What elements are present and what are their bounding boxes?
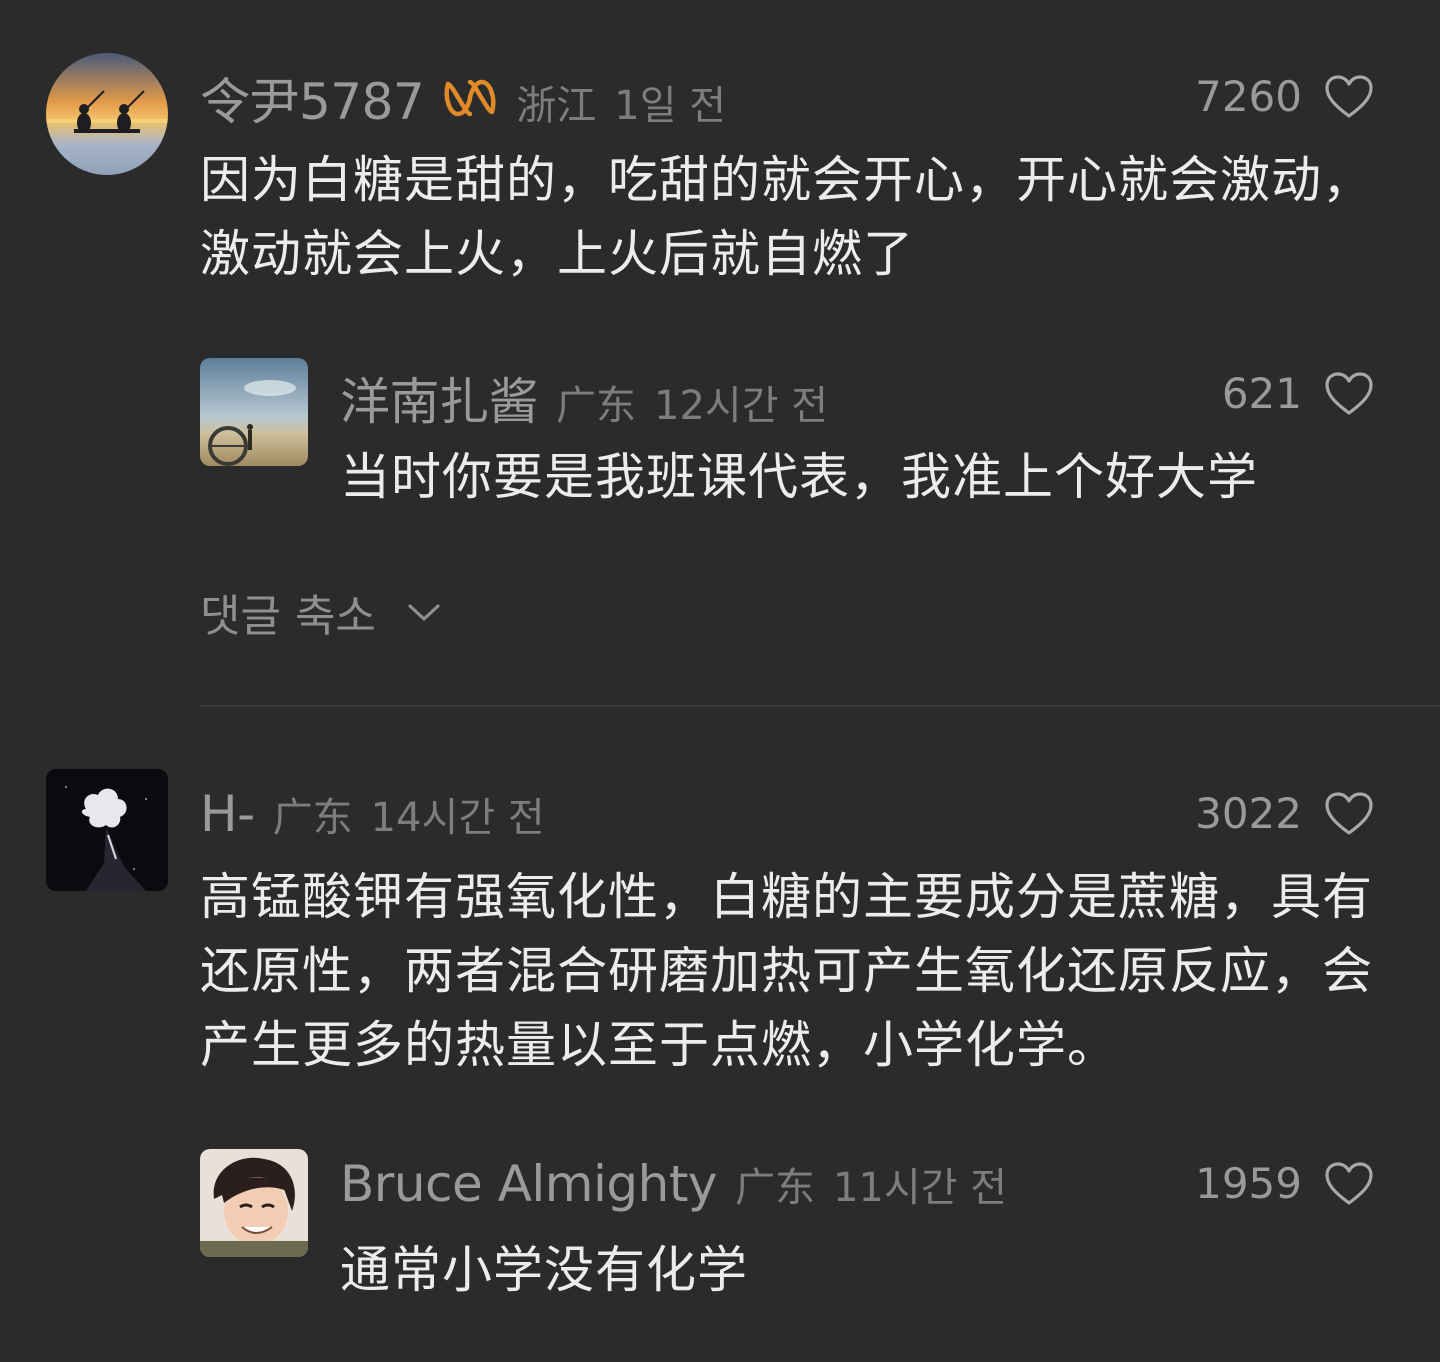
like-button[interactable]: 7260 (1195, 72, 1374, 121)
location: 广东 (272, 795, 353, 841)
comment-thread-2: H- 广东 14시간 전 3022 高锰酸钾有强氧化性，白糖的主要成分是蔗糖，具… (0, 707, 1440, 1362)
collapse-label: 댓글 축소 (200, 591, 376, 642)
heart-icon[interactable] (1324, 1161, 1374, 1207)
timestamp: 12시간 전 (654, 383, 829, 429)
username[interactable]: Bruce Almighty (340, 1155, 718, 1213)
reply-text: 通常小学没有化学 (340, 1241, 748, 1299)
reply-header: 洋南扎酱 广东 12시간 전 (340, 362, 828, 434)
collapse-replies-button[interactable]: 댓글 축소 (200, 580, 442, 644)
heart-icon[interactable] (1324, 74, 1374, 120)
reply-header: Bruce Almighty 广东 11시간 전 (340, 1155, 1007, 1213)
like-count: 1959 (1195, 1159, 1302, 1208)
timestamp: 11시간 전 (833, 1165, 1008, 1211)
comment-text: 因为白糖是甜的，吃甜的就会开心，开心就会激动，激动就会上火，上火后就自燃了 (200, 151, 1373, 283)
heart-icon[interactable] (1324, 371, 1374, 417)
timestamp: 14시간 전 (370, 795, 545, 841)
reply-text: 当时你要是我班课代表，我准上个好大学 (340, 448, 1258, 506)
reply-avatar[interactable] (200, 1149, 308, 1257)
like-count: 621 (1221, 369, 1302, 418)
like-button[interactable]: 1959 (1195, 1159, 1374, 1208)
avatar[interactable] (46, 53, 168, 175)
infinity-badge-icon (442, 76, 498, 120)
timestamp: 1일 전 (614, 83, 727, 129)
username[interactable]: 令尹5787 (200, 62, 425, 134)
heart-icon[interactable] (1324, 791, 1374, 837)
username[interactable]: H- (200, 785, 255, 843)
comment-header: H- 广东 14시간 전 (200, 785, 545, 843)
like-button[interactable]: 621 (1222, 369, 1374, 418)
username[interactable]: 洋南扎酱 (340, 362, 539, 434)
comment-text: 高锰酸钾有强氧化性，白糖的主要成分是蔗糖，具有还原性，两者混合研磨加热可产生氧化… (200, 868, 1373, 1074)
like-count: 3022 (1195, 789, 1302, 838)
comment-header: 令尹5787 浙江 1일 전 (200, 62, 726, 134)
location: 广东 (556, 383, 636, 429)
comment-thread-1: 令尹5787 浙江 1일 전 7260 因为白糖是甜的，吃甜的就会开心，开心就会… (0, 0, 1440, 705)
like-count: 7260 (1195, 72, 1302, 121)
location: 浙江 (516, 83, 597, 129)
location: 广东 (735, 1165, 816, 1211)
like-button[interactable]: 3022 (1195, 789, 1374, 838)
avatar[interactable] (46, 769, 168, 891)
reply-avatar[interactable] (200, 358, 308, 466)
chevron-down-icon (408, 604, 440, 621)
